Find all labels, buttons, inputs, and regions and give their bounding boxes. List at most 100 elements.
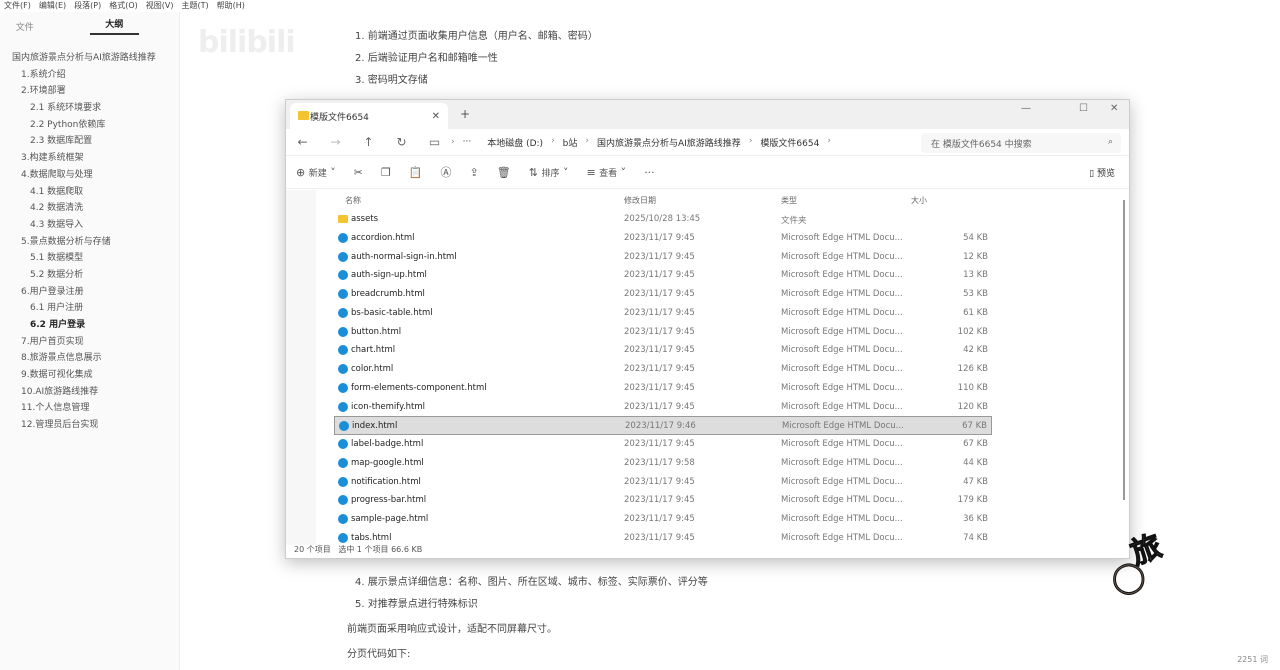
file-row[interactable]: chart.html 2023/11/17 9:45 Microsoft Edge … [334,341,992,360]
outline-item[interactable]: 6.1 用户注册 [0,300,179,317]
file-row[interactable]: accordion.html 2023/11/17 9:45 Microsoft E… [334,229,992,248]
more-icon[interactable]: ··· [455,137,480,147]
file-name: color.html [351,364,394,374]
menu-item[interactable]: 编辑(E) [39,0,66,10]
file-type: Microsoft Edge HTML Docu... [781,532,903,543]
new-button[interactable]: ⊕ 新建 ˅ [296,166,336,179]
delete-icon[interactable]: 🗑 [497,166,511,179]
outline-item[interactable]: 5.1 数据模型 [0,250,179,267]
file-row[interactable]: tabs.html 2023/11/17 9:45 Microsoft Edge H… [334,529,992,548]
file-name: label-badge.html [351,439,424,449]
menu-item[interactable]: 主题(T) [181,0,208,10]
breadcrumb-item[interactable]: b站 [555,136,586,149]
file-row[interactable]: icon-themify.html 2023/11/17 9:45 Microsof… [334,398,992,417]
up-icon[interactable]: ↑ [352,135,385,149]
outline-item[interactable]: 2.环境部署 [0,83,179,100]
file-size: 44 KB [963,457,988,468]
file-name: accordion.html [351,232,415,243]
column-type[interactable]: 类型 [781,195,797,206]
menu-item[interactable]: 格式(O) [109,0,138,10]
file-row[interactable]: assets 2025/10/28 13:45 文件夹 [334,210,992,229]
tab-outline[interactable]: 大纲 [89,17,139,35]
close-window-icon[interactable]: ✕ [1110,103,1118,114]
stamp-logo: 旅 ◯ [1112,528,1167,595]
file-row[interactable]: notification.html 2023/11/17 9:45 Microsof… [334,473,992,492]
column-name[interactable]: 名称 [345,195,361,206]
outline-item[interactable]: 11.个人信息管理 [0,400,179,417]
file-row[interactable]: auth-sign-up.html 2023/11/17 9:45 Microsof… [334,266,992,285]
document-list-item: 3. 密码明文存储 [355,75,428,86]
outline-item[interactable]: 4.1 数据爬取 [0,184,179,201]
tab-files[interactable]: 文件 [0,20,50,33]
navigation-pane[interactable] [286,190,316,545]
forward-icon[interactable]: → [319,135,352,149]
computer-icon[interactable]: ▭ [418,135,451,149]
preview-button[interactable]: ▯ 预览 [1089,166,1115,179]
cut-icon[interactable]: ✂ [354,166,363,179]
file-row[interactable]: sample-page.html 2023/11/17 9:45 Microsoft… [334,510,992,529]
breadcrumb-item[interactable]: 国内旅游景点分析与AI旅游路线推荐 [589,136,749,149]
menu-item[interactable]: 帮助(H) [217,0,245,10]
refresh-icon[interactable]: ↻ [385,135,418,149]
share-icon[interactable]: ⇪ [470,166,479,179]
outline-item[interactable]: 2.3 数据库配置 [0,133,179,150]
more-options-icon[interactable]: ··· [644,166,655,179]
file-name: map-google.html [351,457,424,468]
file-row[interactable]: bs-basic-table.html 2023/11/17 9:45 Micros… [334,304,992,323]
column-size[interactable]: 大小 [911,195,927,206]
search-input[interactable]: 在 模版文件6654 中搜索 ⌕ [921,133,1121,153]
outline-item[interactable]: 12.管理员后台实现 [0,417,179,434]
file-row[interactable]: breadcrumb.html 2023/11/17 9:45 Microsoft … [334,285,992,304]
outline-item[interactable]: 6.用户登录注册 [0,284,179,301]
minimize-icon[interactable]: — [1021,103,1031,114]
column-date[interactable]: 修改日期 [624,195,656,206]
breadcrumb-item[interactable]: 本地磁盘 (D:) [479,136,551,149]
menu-item[interactable]: 视图(V) [146,0,174,10]
file-row[interactable]: progress-bar.html 2023/11/17 9:45 Microsof… [334,491,992,510]
outline-item[interactable]: 7.用户首页实现 [0,334,179,351]
file-row[interactable]: button.html 2023/11/17 9:45 Microsoft Edge… [334,323,992,342]
paste-icon[interactable]: 📋 [409,166,423,179]
explorer-tab[interactable]: 模版文件6654 ✕ [290,103,448,129]
outline-item[interactable]: 5.2 数据分析 [0,267,179,284]
outline-item[interactable]: 9.数据可视化集成 [0,367,179,384]
outline-item[interactable]: 6.2 用户登录 [0,317,179,334]
scrollbar[interactable] [1123,200,1125,500]
outline-item[interactable]: 1.系统介绍 [0,67,179,84]
file-date: 2023/11/17 9:45 [624,382,695,393]
view-button[interactable]: ≡ 查看 ˅ [586,166,626,179]
outline-item[interactable]: 3.构建系统框架 [0,150,179,167]
menu-item[interactable]: 文件(F) [4,0,31,10]
status-bar: 20 个项目 选中 1 个项目 66.6 KB [294,545,423,554]
maximize-icon[interactable]: ☐ [1079,103,1088,114]
copy-icon[interactable]: ❐ [381,166,391,179]
file-row[interactable]: index.html 2023/11/17 9:46 Microsoft Edge … [334,416,992,435]
file-row[interactable]: map-google.html 2023/11/17 9:58 Microsoft … [334,454,992,473]
document-list-item: 1. 前端通过页面收集用户信息（用户名、邮箱、密码） [355,31,598,42]
back-icon[interactable]: ← [286,135,319,149]
outline-item[interactable]: 10.AI旅游路线推荐 [0,384,179,401]
word-count[interactable]: 2251 词 [1237,654,1268,665]
file-row[interactable]: label-badge.html 2023/11/17 9:45 Microsoft… [334,435,992,454]
outline-item[interactable]: 2.2 Python依赖库 [0,117,179,134]
outline-item[interactable]: 4.2 数据清洗 [0,200,179,217]
file-row[interactable]: auth-normal-sign-in.html 2023/11/17 9:45 M… [334,248,992,267]
outline-item[interactable]: 8.旅游景点信息展示 [0,350,179,367]
sort-button[interactable]: ⇅ 排序 ˅ [529,166,569,179]
outline-item[interactable]: 4.3 数据导入 [0,217,179,234]
menu-item[interactable]: 段落(P) [74,0,101,10]
file-type: Microsoft Edge HTML Docu... [782,421,904,432]
file-name: button.html [351,326,402,337]
outline-item[interactable]: 4.数据爬取与处理 [0,167,179,184]
breadcrumb-item[interactable]: 模版文件6654 [752,136,827,149]
file-row[interactable]: color.html 2023/11/17 9:45 Microsoft Edge … [334,360,992,379]
outline-item[interactable]: 5.景点数据分析与存储 [0,234,179,251]
file-date: 2025/10/28 13:45 [624,214,701,224]
file-row[interactable]: form-elements-component.html 2023/11/17 9… [334,379,992,398]
outline-item[interactable]: 国内旅游景点分析与AI旅游路线推荐 [0,50,179,67]
close-tab-icon[interactable]: ✕ [432,111,440,122]
rename-icon[interactable]: Ⓐ [441,164,452,180]
new-tab-icon[interactable]: + [460,107,470,121]
column-header: 名称 修改日期 类型 大小 [331,192,991,208]
outline-item[interactable]: 2.1 系统环境要求 [0,100,179,117]
